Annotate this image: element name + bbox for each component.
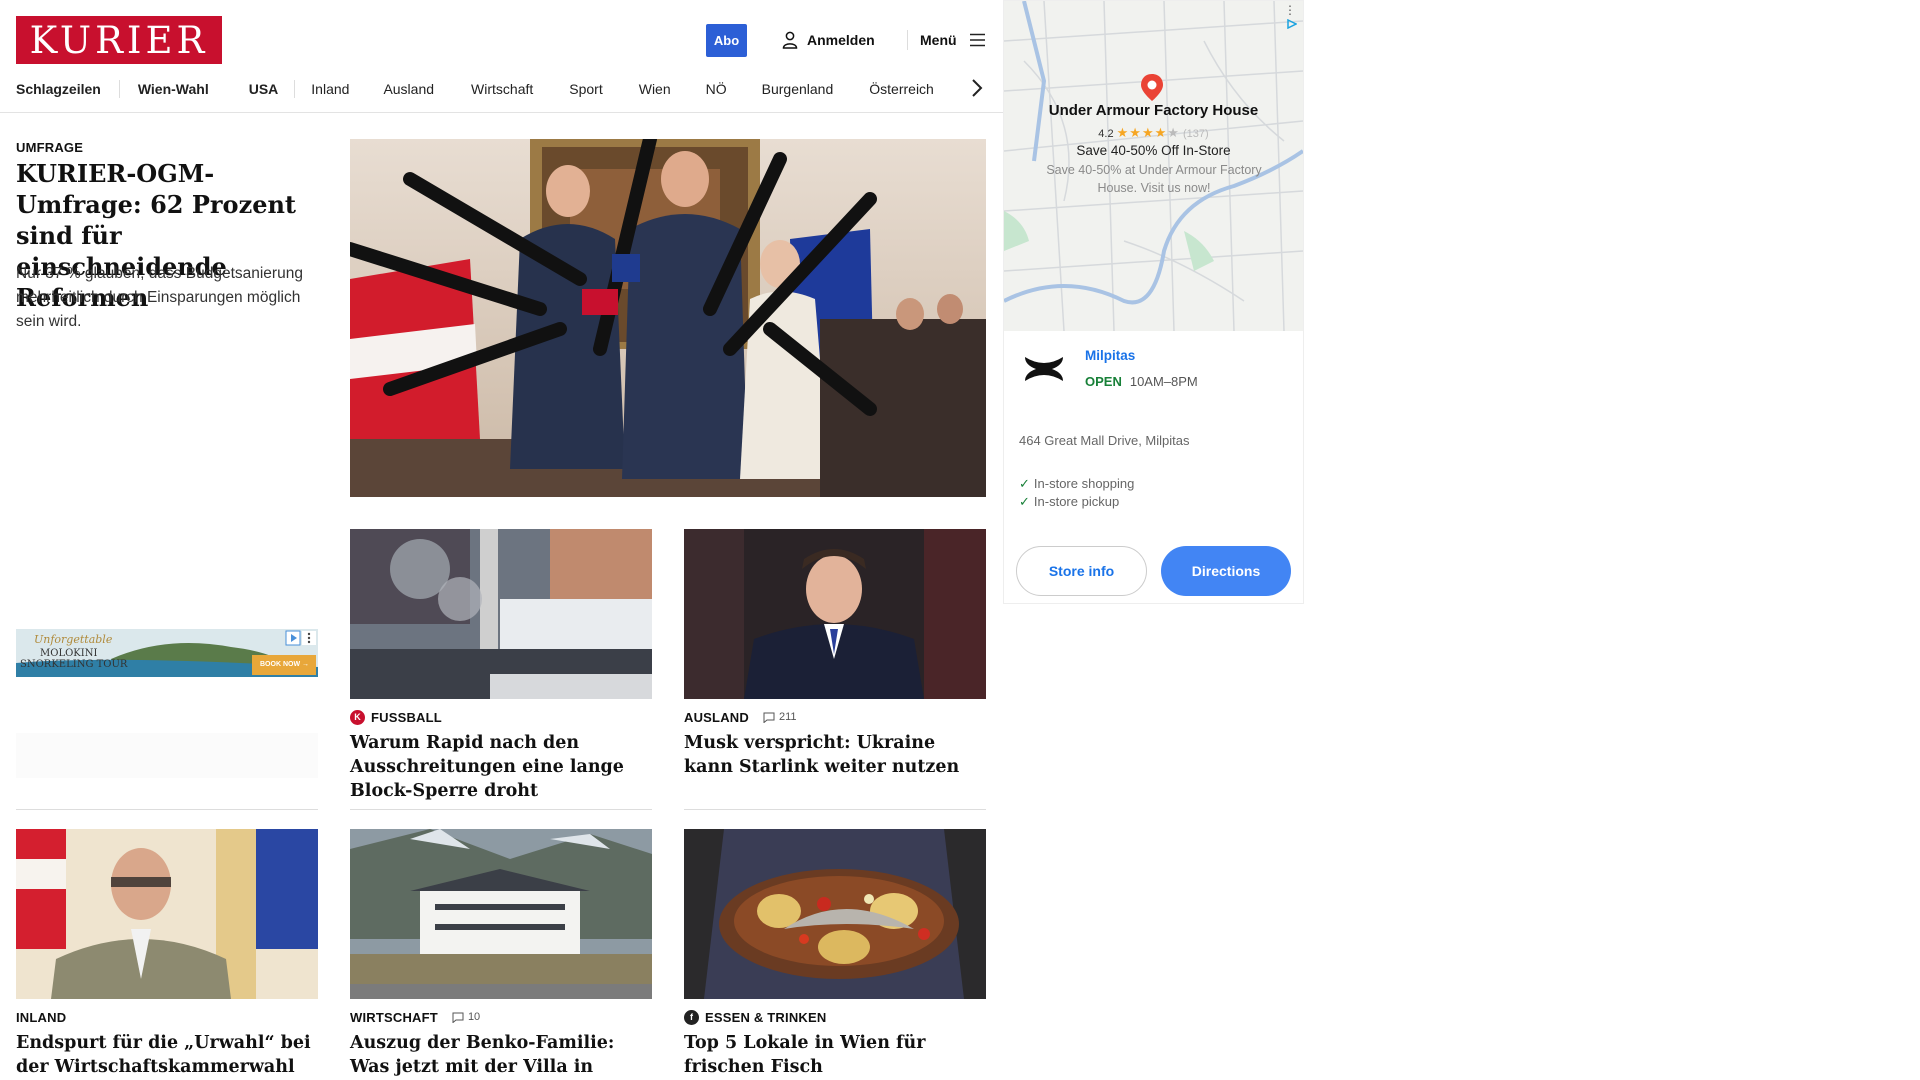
article-kicker[interactable]: ESSEN & TRINKEN: [705, 1010, 826, 1025]
comment-count[interactable]: 211: [763, 711, 797, 723]
store-city[interactable]: Milpitas: [1085, 348, 1135, 363]
article-kicker[interactable]: FUSSBALL: [371, 710, 442, 725]
club-badge-icon: K: [350, 709, 365, 725]
comment-count-value: 211: [778, 711, 797, 723]
ad-line2: SNORKELING TOUR: [20, 659, 128, 670]
ad-script-text: Unforgettable: [34, 633, 113, 646]
adchoices-icon[interactable]: [1287, 19, 1297, 29]
store-map-ad[interactable]: ⋮ Under Armour Factory House 4.2 ★★★★★ (…: [1003, 0, 1304, 604]
article-photo[interactable]: [684, 529, 986, 699]
comment-count-value: 10: [467, 1011, 481, 1023]
store-features: ✓ In-store shopping ✓ In-store pickup: [1019, 475, 1134, 511]
comment-icon: [452, 1012, 464, 1023]
nav-item-wien-wahl[interactable]: Wien-Wahl: [138, 81, 209, 97]
nav-item-noe[interactable]: NÖ: [706, 81, 727, 97]
rating-value: 4.2: [1098, 128, 1114, 140]
kurier-logo[interactable]: KURIER: [16, 16, 222, 64]
nav-divider: [118, 80, 120, 98]
open-status: OPEN: [1085, 374, 1122, 389]
divider: [16, 809, 318, 810]
article-kicker[interactable]: INLAND: [16, 1010, 66, 1025]
article-card[interactable]: AUSLAND 211 Musk verspricht: Ukraine kan…: [684, 529, 986, 779]
ad-placeholder: [16, 733, 318, 778]
store-promo: Save 40-50% Off In-Store: [1076, 143, 1231, 158]
article-meta: AUSLAND 211: [684, 709, 986, 725]
snorkeling-ad-banner[interactable]: Unforgettable MOLOKINI SNORKELING TOUR B…: [16, 629, 318, 677]
article-headline[interactable]: Warum Rapid nach den Ausschreitungen ein…: [350, 731, 652, 803]
nav-item-sport[interactable]: Sport: [569, 81, 602, 97]
abo-button[interactable]: Abo: [706, 24, 747, 57]
header-divider: [907, 30, 908, 50]
store-promo-subtext: Save 40-50% at Under Armour Factory Hous…: [1046, 163, 1262, 195]
essen-badge-icon: f: [684, 1009, 699, 1025]
article-photo[interactable]: [16, 829, 318, 999]
article-meta: WIRTSCHAFT 10: [350, 1009, 652, 1025]
article-photo[interactable]: [350, 529, 652, 699]
hours-value: 10AM–8PM: [1129, 374, 1198, 389]
checkmark-icon: ✓: [1019, 494, 1030, 509]
comment-icon: [763, 712, 775, 723]
lead-teaser[interactable]: Nur 37 % glauben, dass Budgetsanierung m…: [16, 262, 326, 334]
comment-count[interactable]: 10: [452, 1011, 480, 1023]
store-hours: OPEN 10AM–8PM: [1085, 374, 1198, 389]
checkmark-icon: ✓: [1019, 476, 1030, 491]
divider: [350, 809, 652, 810]
chevron-right-icon[interactable]: [970, 78, 984, 98]
nav-item-oesterreich[interactable]: Österreich: [869, 81, 934, 97]
article-card[interactable]: WIRTSCHAFT 10 Auszug der Benko-Familie: …: [350, 829, 652, 1080]
article-photo[interactable]: [684, 829, 986, 999]
menu-label: Menü: [920, 32, 957, 48]
article-card[interactable]: K FUSSBALL Warum Rapid nach den Ausschre…: [350, 529, 652, 803]
article-meta: f ESSEN & TRINKEN: [684, 1009, 986, 1025]
nav-item-usa[interactable]: USA: [249, 81, 279, 97]
article-card[interactable]: INLAND Endspurt für die „Urwahl“ bei der…: [16, 829, 318, 1079]
nav-divider: [294, 80, 296, 98]
article-kicker[interactable]: AUSLAND: [684, 710, 749, 725]
login-label: Anmelden: [807, 32, 875, 48]
lead-kicker[interactable]: UMFRAGE: [16, 140, 83, 155]
article-headline[interactable]: Endspurt für die „Urwahl“ bei der Wirtsc…: [16, 1031, 318, 1079]
login-button[interactable]: Anmelden: [782, 30, 875, 50]
ad-options-icon[interactable]: ⋮: [1284, 3, 1296, 17]
store-address: 464 Great Mall Drive, Milpitas: [1019, 433, 1190, 448]
hamburger-icon: [969, 33, 985, 47]
divider: [684, 809, 986, 810]
ad-line1: MOLOKINI: [40, 648, 98, 659]
directions-button[interactable]: Directions: [1161, 546, 1291, 596]
store-name[interactable]: Under Armour Factory House: [1004, 102, 1303, 119]
article-headline[interactable]: Top 5 Lokale in Wien für frischen Fisch: [684, 1031, 986, 1079]
store-info-button[interactable]: Store info: [1016, 546, 1147, 596]
store-rating: 4.2 ★★★★★ (137): [1004, 125, 1303, 141]
nav-item-burgenland[interactable]: Burgenland: [762, 81, 834, 97]
feature-item: ✓ In-store shopping: [1019, 476, 1135, 491]
header-divider-line: [0, 112, 1003, 113]
nav-item-wirtschaft[interactable]: Wirtschaft: [471, 81, 533, 97]
article-card[interactable]: f ESSEN & TRINKEN Top 5 Lokale in Wien f…: [684, 829, 986, 1079]
rating-stars: ★★★★: [1116, 125, 1168, 140]
review-count: (137): [1183, 128, 1209, 140]
article-meta: K FUSSBALL: [350, 709, 652, 725]
menu-button[interactable]: Menü: [920, 30, 986, 50]
nav-item-schlagzeilen[interactable]: Schlagzeilen: [16, 81, 101, 97]
rating-star-empty: ★: [1167, 125, 1180, 140]
article-headline[interactable]: Musk verspricht: Ukraine kann Starlink w…: [684, 731, 986, 779]
ad-cta[interactable]: BOOK NOW →: [260, 661, 309, 668]
article-photo[interactable]: [350, 829, 652, 999]
section-nav: Schlagzeilen Wien-Wahl USA Inland Auslan…: [16, 76, 986, 102]
article-kicker[interactable]: WIRTSCHAFT: [350, 1010, 438, 1025]
nav-item-ausland[interactable]: Ausland: [383, 81, 434, 97]
feature-item: ✓ In-store pickup: [1019, 494, 1120, 509]
store-map[interactable]: ⋮ Under Armour Factory House 4.2 ★★★★★ (…: [1004, 1, 1303, 331]
lead-photo[interactable]: [350, 139, 986, 497]
article-meta: INLAND: [16, 1009, 318, 1025]
nav-item-wien[interactable]: Wien: [639, 81, 671, 97]
article-headline[interactable]: Auszug der Benko-Familie: Was jetzt mit …: [350, 1031, 652, 1080]
nav-item-inland[interactable]: Inland: [311, 81, 349, 97]
user-icon: [782, 31, 798, 49]
under-armour-logo-icon: [1025, 357, 1063, 381]
